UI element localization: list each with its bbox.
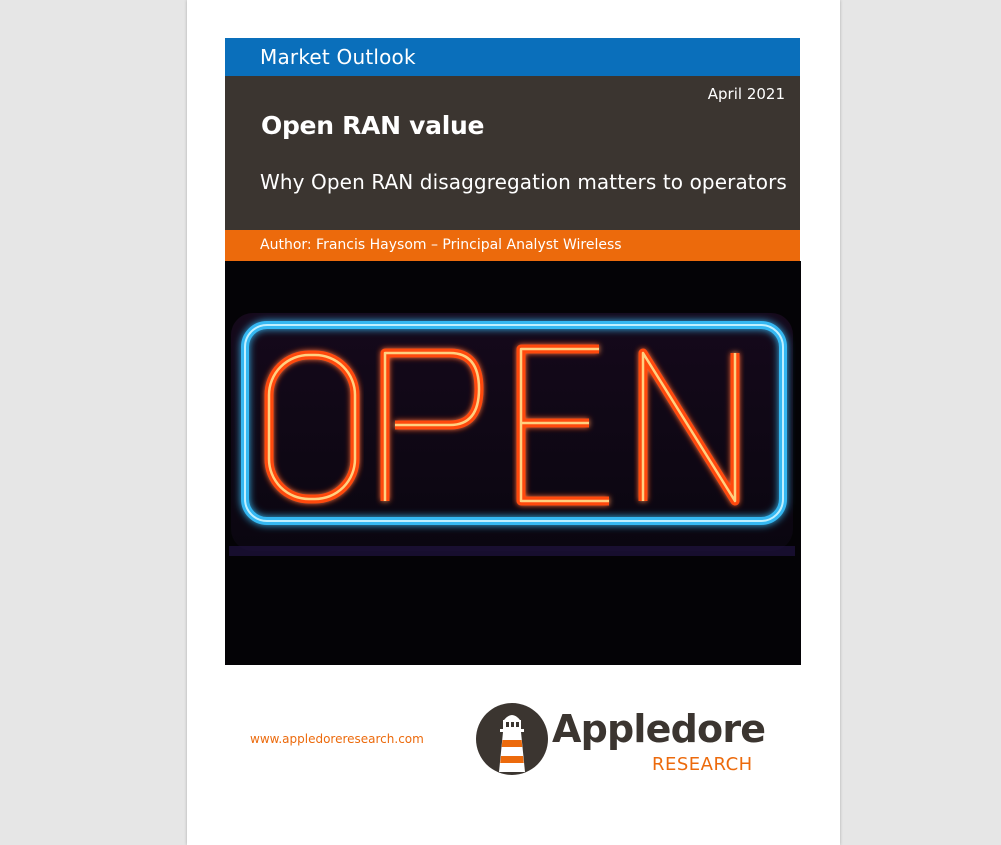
publication-date: April 2021 [707,85,785,103]
lighthouse-icon [476,703,548,775]
appledore-logo: Appledore RESEARCH [475,702,766,782]
series-label: Market Outlook [225,38,800,76]
logo-name: Appledore [552,707,766,751]
author-line: Author: Francis Haysom – Principal Analy… [225,230,800,261]
report-title: Open RAN value [261,111,485,140]
report-cover-page: Market Outlook April 2021 Open RAN value… [187,0,840,845]
title-block: April 2021 Open RAN value Why Open RAN d… [225,76,800,230]
neon-open-sign [225,261,801,665]
logo-subtitle: RESEARCH [652,754,753,775]
website-link[interactable]: www.appledoreresearch.com [250,732,424,746]
open-sign-photo [225,261,801,665]
report-subtitle: Why Open RAN disaggregation matters to o… [260,170,787,194]
